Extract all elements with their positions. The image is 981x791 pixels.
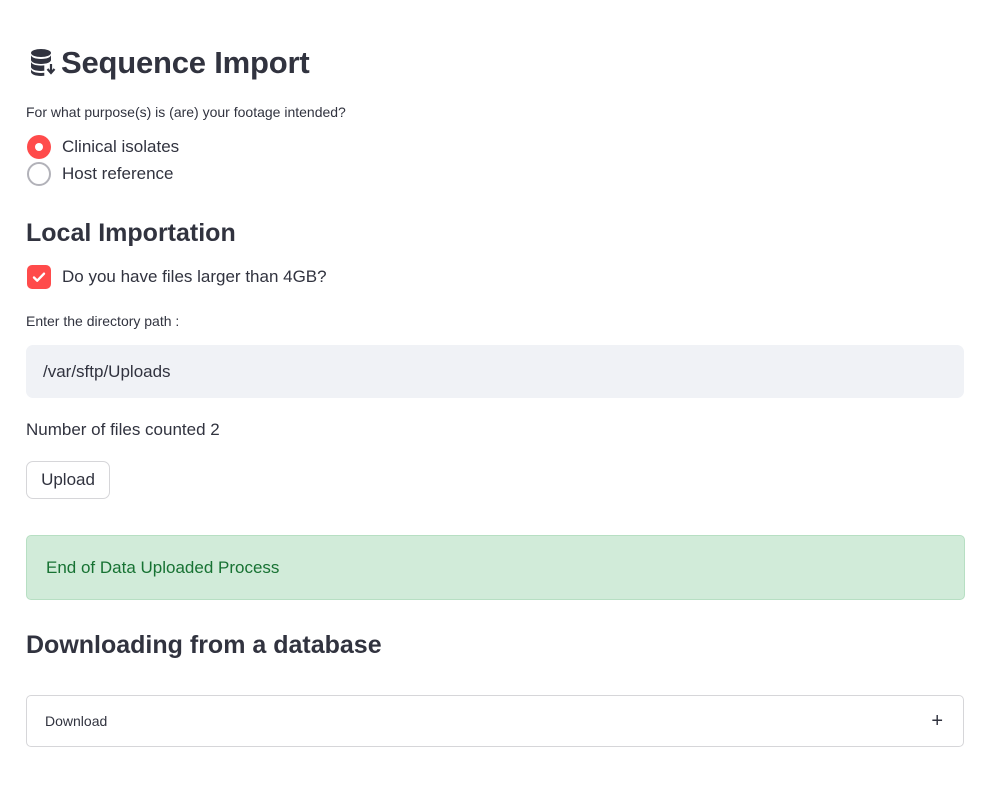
page-title-text: Sequence Import bbox=[61, 45, 310, 80]
section-heading-database: Downloading from a database bbox=[26, 631, 382, 659]
radio-clinical-isolates[interactable]: Clinical isolates bbox=[27, 135, 179, 159]
checkbox-label: Do you have files larger than 4GB? bbox=[62, 267, 327, 286]
page-title: Sequence Import bbox=[28, 42, 310, 84]
expander-label: Download bbox=[45, 713, 108, 729]
section-heading-local: Local Importation bbox=[26, 219, 236, 247]
page: Sequence Import For what purpose(s) is (… bbox=[0, 0, 981, 791]
file-count-text: Number of files counted 2 bbox=[26, 420, 220, 439]
plus-icon[interactable]: + bbox=[931, 711, 943, 731]
radio-checked-icon[interactable] bbox=[27, 135, 51, 159]
radio-host-reference[interactable]: Host reference bbox=[27, 162, 174, 186]
path-field-label: Enter the directory path : bbox=[26, 313, 180, 329]
radio-label: Clinical isolates bbox=[62, 137, 180, 156]
large-files-checkbox[interactable]: Do you have files larger than 4GB? bbox=[27, 265, 327, 289]
radio-label: Host reference bbox=[62, 164, 174, 183]
upload-button[interactable]: Upload bbox=[26, 461, 110, 499]
radio-unchecked-icon[interactable] bbox=[27, 162, 51, 186]
success-alert: End of Data Uploaded Process bbox=[26, 535, 965, 600]
database-download-icon bbox=[31, 49, 56, 76]
directory-path-input[interactable] bbox=[26, 345, 964, 398]
download-expander[interactable]: Download + bbox=[26, 695, 964, 747]
success-message: End of Data Uploaded Process bbox=[46, 557, 280, 577]
purpose-question: For what purpose(s) is (are) your footag… bbox=[26, 104, 346, 120]
checkmark-icon[interactable] bbox=[27, 265, 51, 289]
